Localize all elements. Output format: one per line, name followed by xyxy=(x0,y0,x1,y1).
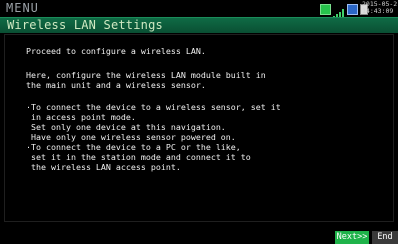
instruction-line: ·To connect the device to a PC or the li… xyxy=(26,142,241,152)
instruction-line: set it in the station mode and connect i… xyxy=(26,152,251,162)
time-text: 14:43:09 xyxy=(362,7,394,15)
next-button[interactable]: Next>> xyxy=(335,231,369,244)
wifi-signal-icon xyxy=(333,4,345,19)
instruction-line: ·To connect the device to a wireless sen… xyxy=(26,102,281,112)
card-icon xyxy=(347,3,358,15)
end-button[interactable]: End xyxy=(372,231,398,244)
description-text: Here, configure the wireless LAN module … xyxy=(26,70,266,90)
menu-label[interactable]: MENU xyxy=(6,0,39,17)
instruction-line: Set only one device at this navigation. xyxy=(26,122,226,132)
instruction-line: Have only one wireless sensor powered on… xyxy=(26,132,236,142)
clock: 2015-05-2 14:43:09 xyxy=(362,1,397,15)
instruction-line: the wireless LAN access point. xyxy=(26,162,181,172)
top-status-bar: MENU 2015-05-2 14:43:09 xyxy=(0,0,398,19)
status-icons xyxy=(320,2,368,19)
page-title: Wireless LAN Settings xyxy=(7,18,163,32)
instruction-line: in access point mode. xyxy=(26,112,136,122)
title-bar: Wireless LAN Settings xyxy=(0,17,398,33)
instructions-list: ·To connect the device to a wireless sen… xyxy=(26,102,281,172)
description-line: Here, configure the wireless LAN module … xyxy=(26,70,266,80)
description-line: the main unit and a wireless sensor. xyxy=(26,80,206,90)
intro-text: Proceed to configure a wireless LAN. xyxy=(26,46,206,56)
green-device-icon xyxy=(320,3,331,15)
